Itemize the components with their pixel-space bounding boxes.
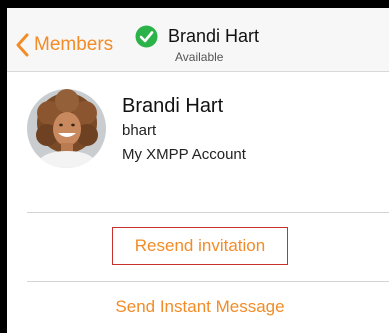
contact-account: My XMPP Account [122,146,246,163]
back-button[interactable]: Members [15,27,113,63]
available-status-icon [135,25,158,48]
avatar-photo [27,89,106,168]
send-instant-message-button[interactable]: Send Instant Message [7,294,389,320]
contact-username: bhart [122,122,157,139]
avatar [27,89,106,168]
divider [27,212,389,213]
navigation-bar: Members Brandi Hart Available [7,8,389,72]
back-button-label: Members [34,34,114,55]
page-title: Brandi Hart [168,26,260,46]
chevron-left-icon [16,33,29,57]
contact-name: Brandi Hart [122,95,224,117]
contact-detail-screen: Members Brandi Hart Available Brandi Har… [7,8,389,333]
resend-invitation-button[interactable]: Resend invitation [112,227,288,265]
presence-status-text: Available [175,50,224,64]
divider [27,281,389,282]
